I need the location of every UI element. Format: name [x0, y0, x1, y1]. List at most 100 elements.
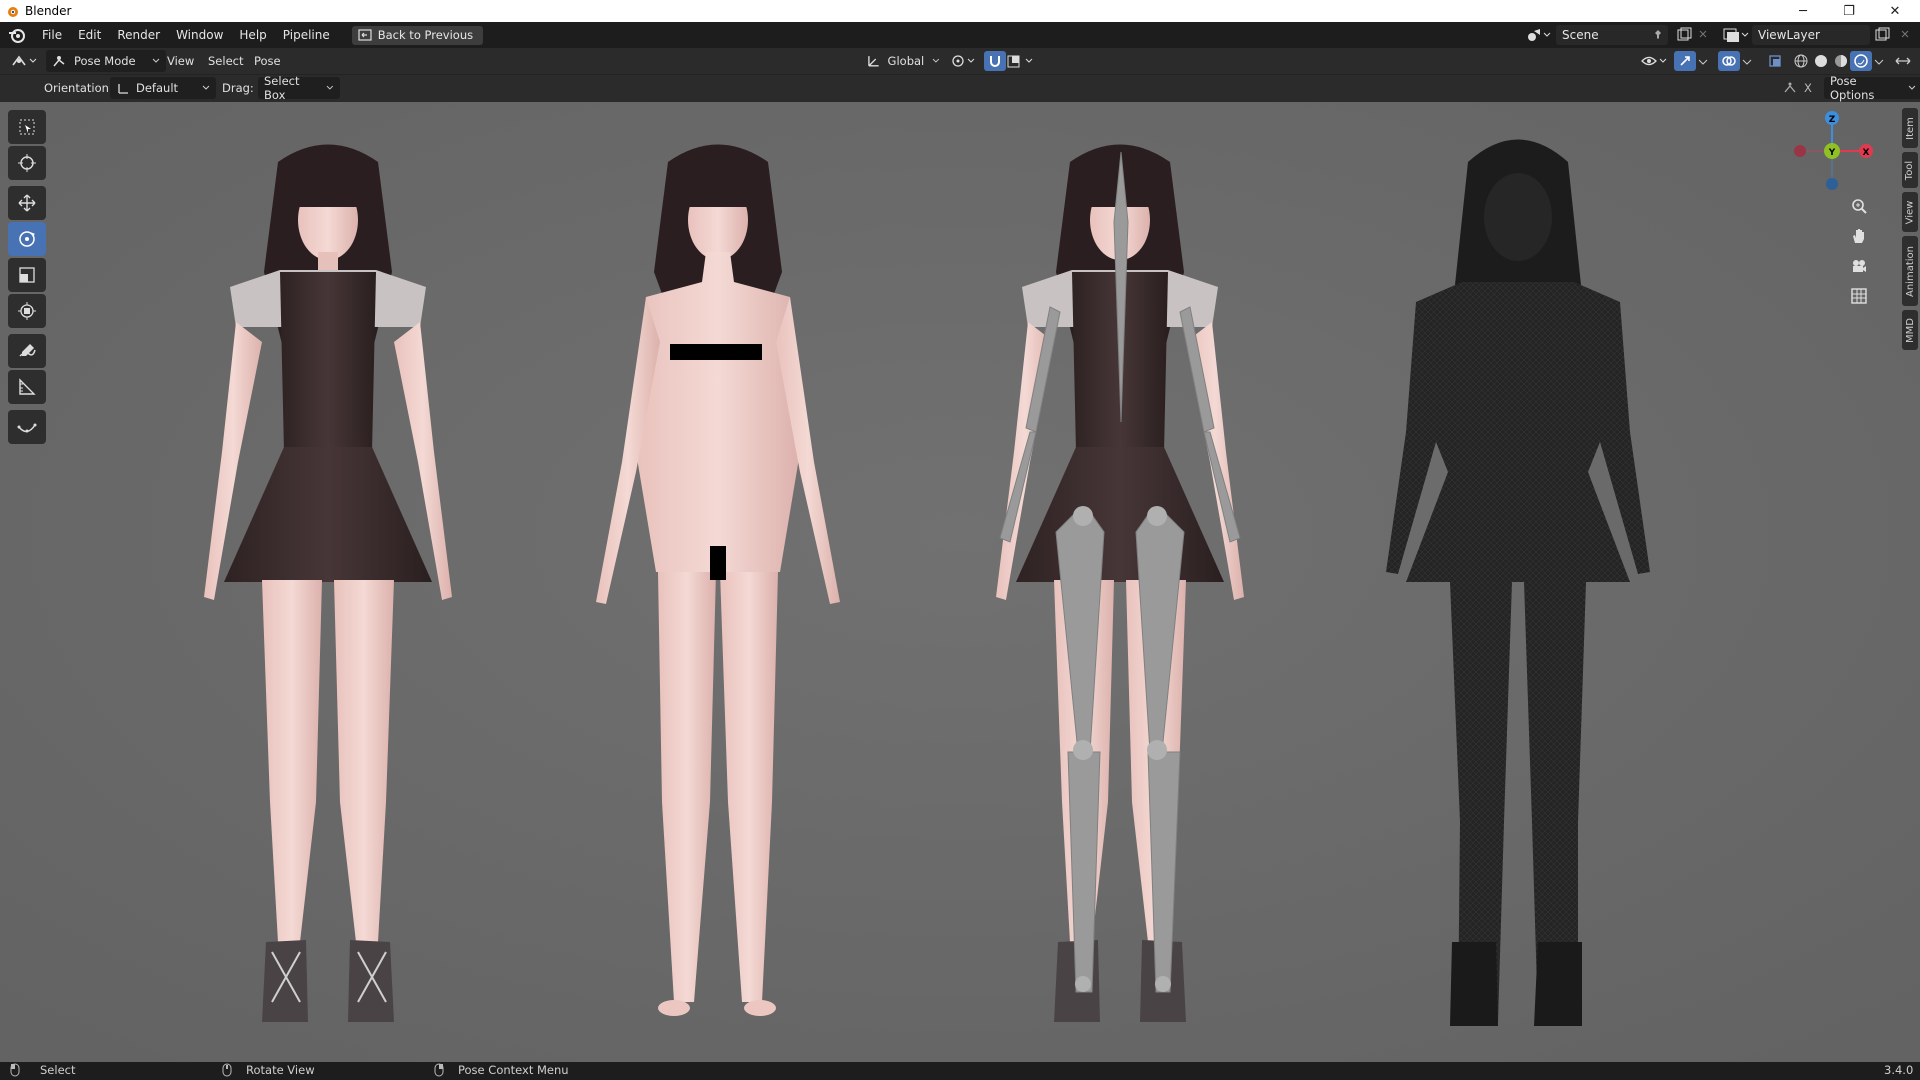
annotate-tool[interactable]: [8, 334, 46, 368]
magnet-icon: [990, 56, 1000, 67]
move-tool[interactable]: [8, 186, 46, 220]
tab-item[interactable]: Item: [1902, 108, 1918, 148]
xray-icon: [1769, 55, 1781, 67]
menu-pipeline[interactable]: Pipeline: [275, 28, 338, 42]
drag-value: Select Box: [264, 74, 300, 102]
tab-mmd[interactable]: MMD: [1902, 310, 1918, 350]
rendered-sphere-icon: [1854, 54, 1868, 68]
orientation-default-icon: [118, 84, 128, 94]
tab-animation[interactable]: Animation: [1902, 236, 1918, 306]
chevron-down-icon: [932, 58, 940, 63]
snap-increment-icon: [1007, 55, 1033, 68]
snap-toggle[interactable]: [984, 51, 1006, 71]
chevron-down-icon[interactable]: [1698, 58, 1708, 66]
pose-options-label: Pose Options: [1830, 74, 1875, 102]
material-sphere-icon: [1835, 55, 1847, 67]
wireframe-shading-button[interactable]: [1790, 51, 1812, 71]
menu-file[interactable]: File: [34, 28, 70, 42]
pan-button[interactable]: [1846, 223, 1872, 249]
chevron-down-icon: [152, 58, 160, 63]
wireframe-sphere-icon: [1794, 54, 1808, 68]
gizmo-y-label: Y: [1828, 148, 1836, 158]
chevron-down-icon: [202, 85, 210, 90]
pose-library-icon[interactable]: [1782, 81, 1798, 95]
menu-help[interactable]: Help: [231, 28, 274, 42]
mouse-left-icon: [10, 1063, 20, 1077]
pose-relax-tool[interactable]: [8, 410, 46, 444]
header-menu-view[interactable]: View: [167, 50, 194, 72]
scale-tool[interactable]: [8, 258, 46, 292]
orientation-selector[interactable]: Default: [110, 77, 216, 99]
gizmo-z-label: Z: [1829, 115, 1836, 125]
chevron-down-icon[interactable]: [1874, 58, 1884, 66]
maximize-area-icon[interactable]: [1894, 53, 1912, 69]
minimize-button[interactable]: ─: [1780, 0, 1826, 22]
blender-menu-icon[interactable]: [8, 26, 26, 44]
status-select-hint: Select: [10, 1063, 75, 1077]
pose-options-dropdown[interactable]: Pose Options: [1824, 74, 1920, 102]
new-view-layer-icon[interactable]: [1874, 27, 1916, 43]
measure-tool[interactable]: [8, 370, 46, 404]
mode-selector[interactable]: Pose Mode: [46, 50, 166, 72]
editor-type-selector[interactable]: [10, 50, 40, 72]
navigation-gizmo[interactable]: Z Y X: [1780, 108, 1880, 198]
rendered-shading-button[interactable]: [1850, 51, 1872, 71]
x-mirror-toggle[interactable]: X: [1804, 77, 1812, 99]
solid-shading-button[interactable]: [1810, 51, 1832, 71]
menu-window[interactable]: Window: [168, 28, 231, 42]
scale-icon: [19, 267, 35, 283]
drag-label: Drag:: [222, 81, 254, 95]
pin-icon[interactable]: [1652, 29, 1664, 41]
toggle-ortho-button[interactable]: [1846, 283, 1872, 309]
gizmo-icon: [1680, 56, 1690, 66]
back-to-previous-button[interactable]: Back to Previous: [351, 25, 484, 45]
cursor-tool[interactable]: [8, 146, 46, 180]
cursor-icon: [18, 154, 36, 172]
header-menu-pose[interactable]: Pose: [254, 50, 281, 72]
mode-label: Pose Mode: [74, 54, 136, 68]
scene-selector-icon[interactable]: [1526, 27, 1552, 43]
material-shading-button[interactable]: [1830, 51, 1852, 71]
close-window-button[interactable]: ✕: [1872, 0, 1918, 22]
snap-target-selector[interactable]: [1006, 50, 1036, 72]
xray-toggle[interactable]: [1764, 51, 1786, 71]
status-context-hint: Pose Context Menu: [434, 1063, 569, 1077]
transform-orientation-selector[interactable]: Global: [866, 50, 940, 72]
tab-view[interactable]: View: [1902, 192, 1918, 232]
visibility-selector[interactable]: [1640, 50, 1670, 72]
orientation-label: Orientation:: [44, 81, 113, 95]
transform-tool[interactable]: [8, 294, 46, 328]
tool-settings-bar: Orientation: Default Drag: Select Box X …: [0, 74, 1920, 102]
view-layer-icon[interactable]: [1722, 27, 1750, 43]
header-menu-select[interactable]: Select: [208, 50, 243, 72]
n-panel-tabs: Item Tool View Animation MMD: [1900, 105, 1920, 365]
tab-tool[interactable]: Tool: [1902, 152, 1918, 188]
rotate-tool[interactable]: [8, 222, 46, 256]
back-screen-icon: [358, 29, 372, 41]
drag-selector[interactable]: Select Box: [258, 74, 340, 102]
curve-icon: [17, 423, 37, 433]
editor-type-icon: [12, 55, 37, 66]
pivot-icon: [952, 55, 975, 67]
window-titlebar: Blender ─ ❐ ✕: [0, 0, 1920, 22]
overlays-toggle[interactable]: [1718, 51, 1740, 71]
new-scene-icon[interactable]: [1676, 27, 1712, 43]
chevron-down-icon: [1908, 85, 1916, 90]
zoom-button[interactable]: [1846, 193, 1872, 219]
camera-view-button[interactable]: [1846, 253, 1872, 279]
pivot-point-selector[interactable]: [950, 50, 978, 72]
scene-name-field[interactable]: Scene: [1556, 25, 1668, 45]
solid-sphere-icon: [1815, 55, 1827, 67]
camera-icon: [1853, 260, 1866, 272]
annotate-icon: [19, 344, 36, 357]
chevron-down-icon[interactable]: [1742, 58, 1752, 66]
3d-viewport[interactable]: [0, 102, 1920, 1062]
maximize-button[interactable]: ❐: [1826, 0, 1872, 22]
view-layer-field[interactable]: ViewLayer: [1752, 25, 1870, 45]
zoom-icon: [1852, 199, 1867, 214]
menu-render[interactable]: Render: [109, 28, 168, 42]
gizmo-toggle[interactable]: [1674, 51, 1696, 71]
select-box-tool[interactable]: [8, 110, 46, 144]
menu-edit[interactable]: Edit: [70, 28, 109, 42]
mouse-right-icon: [434, 1063, 444, 1077]
